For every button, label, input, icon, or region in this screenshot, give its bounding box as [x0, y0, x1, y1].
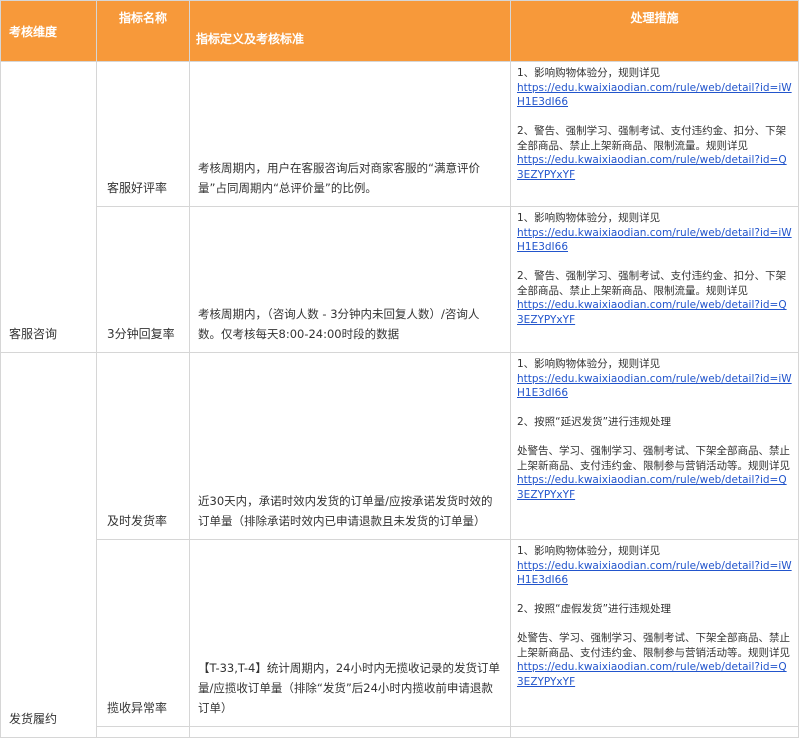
action-text: 1、影响购物体验分，规则详见 — [517, 358, 661, 370]
rule-link[interactable]: https://edu.kwaixiaodian.com/rule/web/de… — [517, 473, 792, 502]
table-row-partial — [1, 726, 799, 738]
metric-definition: 考核周期内，用户在客服咨询后对商家客服的“满意评价量”占同周期内“总评价量”的比… — [189, 61, 511, 207]
metric-definition: 【T-33,T-4】统计周期内，24小时内无揽收记录的发货订单量/应揽收订单量（… — [189, 539, 511, 727]
action-text: 处警告、学习、强制学习、强制考试、下架全部商品、禁止上架新商品、支付违约金、限制… — [517, 632, 790, 659]
metric-name: 客服好评率 — [96, 61, 190, 207]
assessment-table: 考核维度 指标名称 指标定义及考核标准 处理措施 客服咨询 客服好评率 考核周期… — [0, 0, 799, 738]
header-dimension: 考核维度 — [0, 0, 97, 62]
table-row: 揽收异常率 【T-33,T-4】统计周期内，24小时内无揽收记录的发货订单量/应… — [1, 539, 799, 727]
table-row: 客服咨询 客服好评率 考核周期内，用户在客服咨询后对商家客服的“满意评价量”占同… — [0, 61, 799, 353]
action-text: 1、影响购物体验分，规则详见 — [517, 545, 661, 557]
group-service: 客服咨询 — [0, 61, 97, 353]
header-name: 指标名称 — [96, 0, 190, 62]
action-text: 1、影响购物体验分，规则详见 — [517, 67, 661, 79]
metric-name: 3分钟回复率 — [96, 206, 190, 353]
metric-actions: 1、影响购物体验分，规则详见 https://edu.kwaixiaodian.… — [510, 539, 799, 727]
metric-actions: 1、影响购物体验分，规则详见 https://edu.kwaixiaodian.… — [510, 352, 799, 540]
action-text: 2、警告、强制学习、强制考试、支付违约金、扣分、下架全部商品、禁止上架新商品、限… — [517, 270, 787, 297]
action-text: 1、影响购物体验分，规则详见 — [517, 212, 661, 224]
action-text: 2、按照“延迟发货”进行违规处理 — [517, 416, 672, 428]
header-definition: 指标定义及考核标准 — [189, 0, 511, 62]
action-text: 处警告、学习、强制学习、强制考试、下架全部商品、禁止上架新商品、支付违约金、限制… — [517, 445, 790, 472]
table-row: 3分钟回复率 考核周期内，（咨询人数 - 3分钟内未回复人数）/咨询人数。仅考核… — [1, 206, 799, 353]
metric-definition: 近30天内，承诺时效内发货的订单量/应按承诺发货时效的订单量（排除承诺时效内已申… — [189, 352, 511, 540]
metric-name: 揽收异常率 — [96, 539, 190, 727]
rule-link[interactable]: https://edu.kwaixiaodian.com/rule/web/de… — [517, 559, 792, 588]
rule-link[interactable]: https://edu.kwaixiaodian.com/rule/web/de… — [517, 153, 792, 182]
rule-link[interactable]: https://edu.kwaixiaodian.com/rule/web/de… — [517, 660, 792, 689]
action-text: 2、警告、强制学习、强制考试、支付违约金、扣分、下架全部商品、禁止上架新商品、限… — [517, 125, 787, 152]
rule-link[interactable]: https://edu.kwaixiaodian.com/rule/web/de… — [517, 226, 792, 255]
rule-link[interactable]: https://edu.kwaixiaodian.com/rule/web/de… — [517, 298, 792, 327]
header-action: 处理措施 — [510, 0, 799, 62]
header-row: 考核维度 指标名称 指标定义及考核标准 处理措施 — [0, 0, 799, 62]
action-text: 2、按照“虚假发货”进行违规处理 — [517, 603, 672, 615]
metric-actions: 1、影响购物体验分，规则详见 https://edu.kwaixiaodian.… — [510, 206, 799, 353]
metric-name: 及时发货率 — [96, 352, 190, 540]
rule-link[interactable]: https://edu.kwaixiaodian.com/rule/web/de… — [517, 81, 792, 110]
metric-actions: 1、影响购物体验分，规则详见 https://edu.kwaixiaodian.… — [510, 61, 799, 207]
metric-definition: 考核周期内，（咨询人数 - 3分钟内未回复人数）/咨询人数。仅考核每天8:00-… — [189, 206, 511, 353]
group-fulfillment: 发货履约 — [0, 352, 97, 738]
table-row: 发货履约 及时发货率 近30天内，承诺时效内发货的订单量/应按承诺发货时效的订单… — [0, 352, 799, 738]
rule-link[interactable]: https://edu.kwaixiaodian.com/rule/web/de… — [517, 372, 792, 401]
